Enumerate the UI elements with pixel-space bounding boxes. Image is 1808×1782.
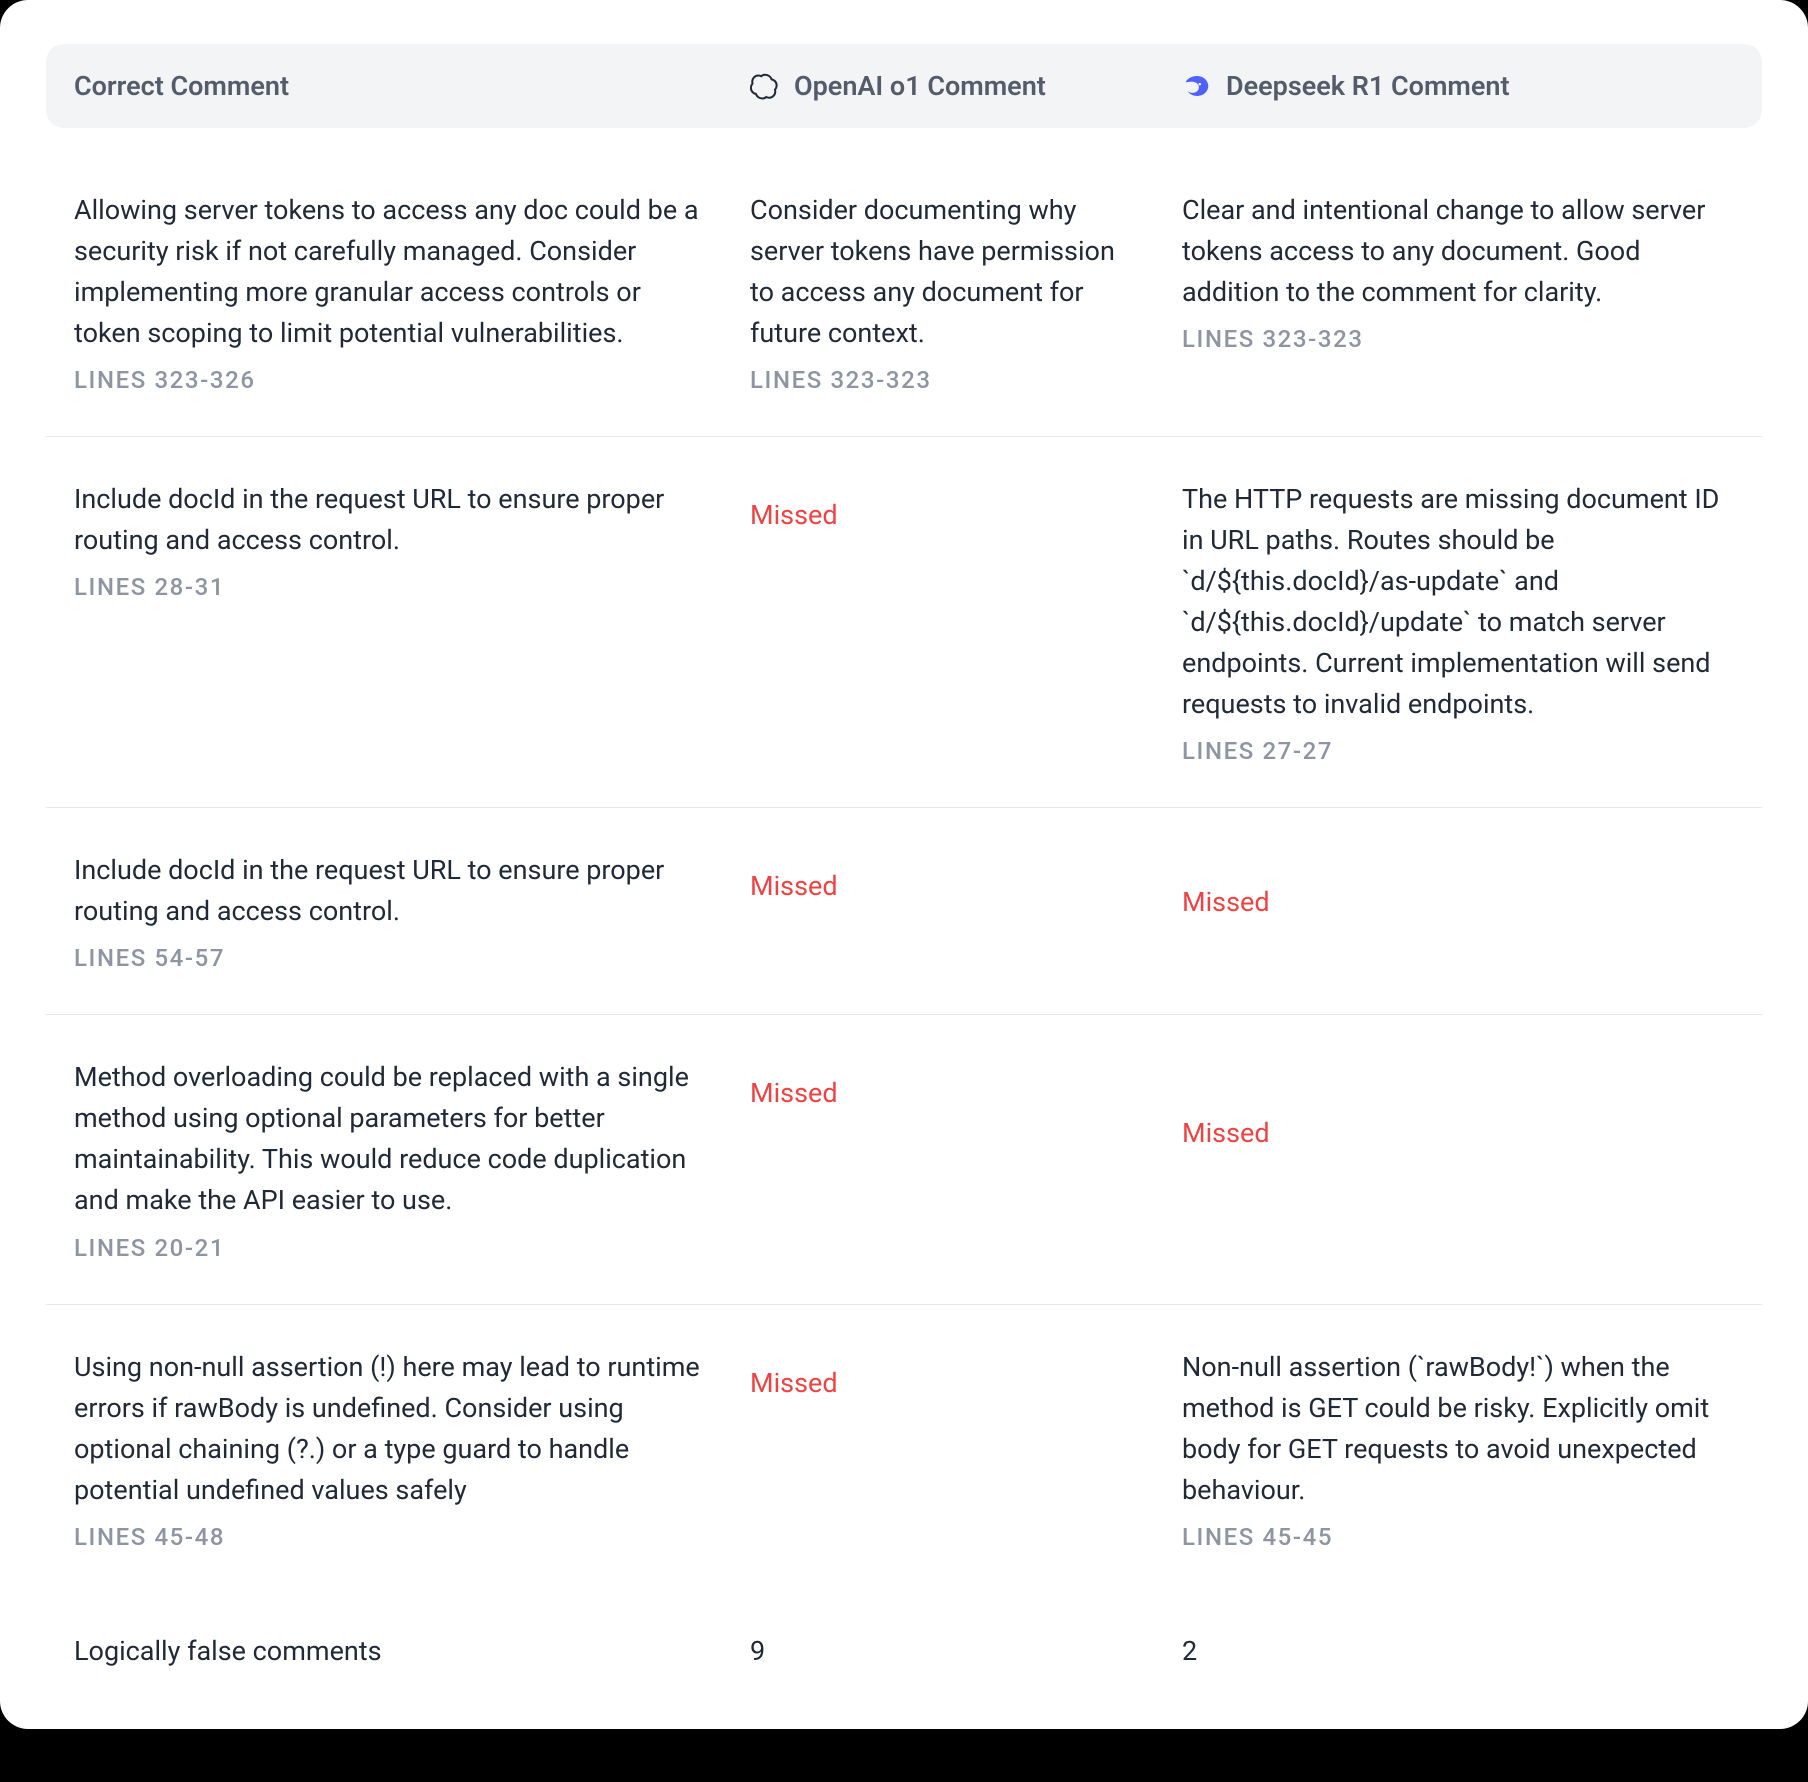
table-row: Include docId in the request URL to ensu…	[46, 437, 1762, 808]
deepseek-missed-label: Missed	[1182, 850, 1734, 918]
summary-openai-cell: 9	[750, 1635, 1182, 1667]
header-openai: OpenAI o1 Comment	[750, 70, 1182, 102]
deepseek-icon	[1182, 71, 1212, 101]
correct-comment-text: Include docId in the request URL to ensu…	[74, 850, 750, 932]
correct-lines-meta: LINES 323-326	[74, 366, 750, 394]
deepseek-missed-label: Missed	[1182, 1057, 1734, 1149]
summary-deepseek-value: 2	[1182, 1635, 1734, 1667]
openai-lines-meta: LINES 323-323	[750, 366, 1182, 394]
correct-comment-text: Include docId in the request URL to ensu…	[74, 479, 750, 561]
correct-lines-meta: LINES 28-31	[74, 573, 750, 601]
deepseek-cell: Missed	[1182, 1057, 1734, 1149]
deepseek-cell: The HTTP requests are missing document I…	[1182, 479, 1734, 765]
openai-cell: Missed	[750, 850, 1182, 902]
deepseek-lines-meta: LINES 45-45	[1182, 1523, 1734, 1551]
header-correct-label: Correct Comment	[74, 70, 289, 102]
openai-missed-label: Missed	[750, 1057, 1182, 1109]
correct-comment-text: Method overloading could be replaced wit…	[74, 1057, 750, 1221]
openai-cell: Consider documenting why server tokens h…	[750, 190, 1182, 394]
table-row: Allowing server tokens to access any doc…	[46, 148, 1762, 437]
correct-lines-meta: LINES 45-48	[74, 1523, 750, 1551]
summary-openai-value: 9	[750, 1635, 1182, 1667]
table-row: Include docId in the request URL to ensu…	[46, 808, 1762, 1015]
summary-deepseek-cell: 2	[1182, 1635, 1734, 1667]
summary-row: Logically false comments 9 2	[46, 1593, 1762, 1709]
correct-comment-text: Using non-null assertion (!) here may le…	[74, 1347, 750, 1511]
openai-comment-text: Consider documenting why server tokens h…	[750, 190, 1182, 354]
deepseek-comment-text: Non-null assertion (`rawBody!`) when the…	[1182, 1347, 1734, 1511]
correct-cell: Include docId in the request URL to ensu…	[74, 850, 750, 972]
openai-missed-label: Missed	[750, 850, 1182, 902]
correct-cell: Include docId in the request URL to ensu…	[74, 479, 750, 601]
openai-missed-label: Missed	[750, 1347, 1182, 1399]
table-row: Using non-null assertion (!) here may le…	[46, 1305, 1762, 1593]
deepseek-comment-text: Clear and intentional change to allow se…	[1182, 190, 1734, 313]
header-correct: Correct Comment	[74, 70, 750, 102]
deepseek-cell: Clear and intentional change to allow se…	[1182, 190, 1734, 353]
header-openai-label: OpenAI o1 Comment	[794, 70, 1046, 102]
deepseek-lines-meta: LINES 323-323	[1182, 325, 1734, 353]
deepseek-cell: Missed	[1182, 850, 1734, 918]
correct-cell: Method overloading could be replaced wit…	[74, 1057, 750, 1261]
correct-cell: Allowing server tokens to access any doc…	[74, 190, 750, 394]
openai-missed-label: Missed	[750, 479, 1182, 531]
openai-cell: Missed	[750, 479, 1182, 531]
table-header-row: Correct Comment OpenAI o1 Comment Deepse…	[46, 44, 1762, 128]
deepseek-comment-text: The HTTP requests are missing document I…	[1182, 479, 1734, 725]
openai-icon	[750, 71, 780, 101]
header-deepseek-label: Deepseek R1 Comment	[1226, 70, 1510, 102]
correct-lines-meta: LINES 54-57	[74, 944, 750, 972]
summary-label-cell: Logically false comments	[74, 1635, 750, 1667]
correct-cell: Using non-null assertion (!) here may le…	[74, 1347, 750, 1551]
deepseek-cell: Non-null assertion (`rawBody!`) when the…	[1182, 1347, 1734, 1551]
correct-lines-meta: LINES 20-21	[74, 1234, 750, 1262]
deepseek-lines-meta: LINES 27-27	[1182, 737, 1734, 765]
table-row: Method overloading could be replaced wit…	[46, 1015, 1762, 1304]
correct-comment-text: Allowing server tokens to access any doc…	[74, 190, 750, 354]
openai-cell: Missed	[750, 1347, 1182, 1399]
header-deepseek: Deepseek R1 Comment	[1182, 70, 1734, 102]
openai-cell: Missed	[750, 1057, 1182, 1109]
summary-label: Logically false comments	[74, 1635, 750, 1667]
comparison-table: Correct Comment OpenAI o1 Comment Deepse…	[0, 0, 1808, 1729]
